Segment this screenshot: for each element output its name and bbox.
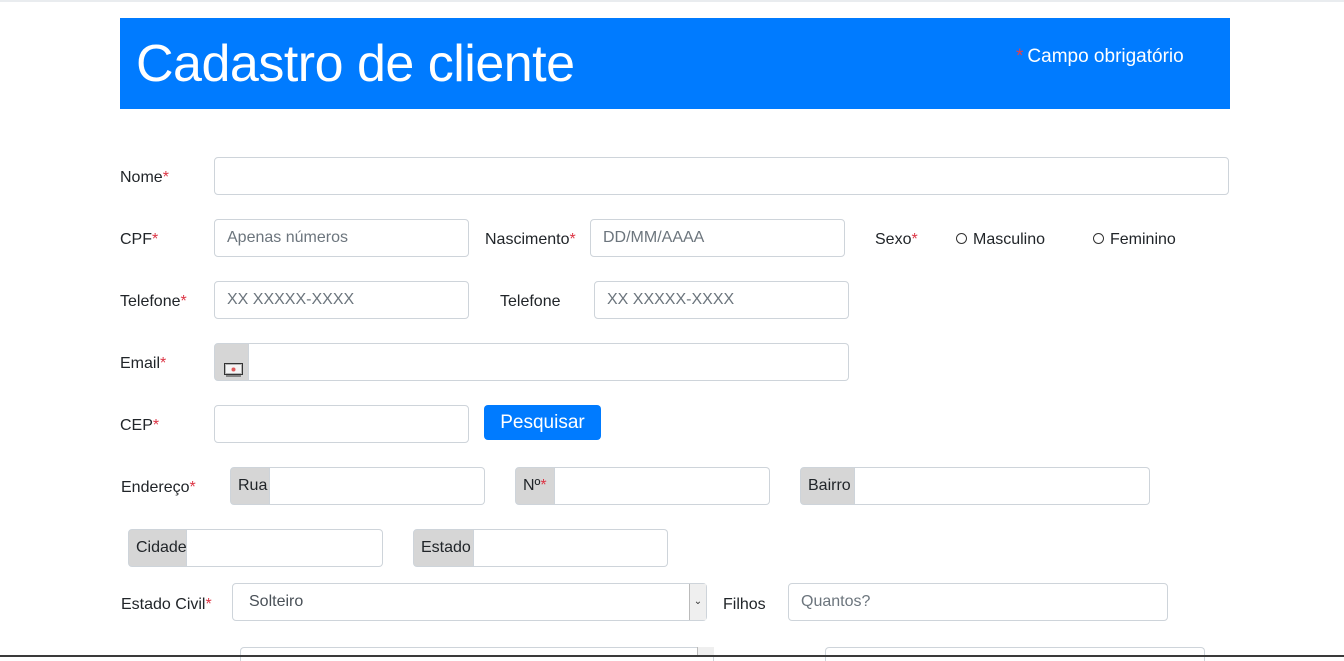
required-star: * [911, 231, 918, 248]
estado-civil-selected: Solteiro [249, 593, 304, 610]
cpf-label: CPF* [120, 230, 158, 250]
required-star: * [162, 169, 169, 186]
estado-civil-label: Estado Civil* [121, 595, 212, 615]
estado-addon: Estado [413, 529, 474, 567]
required-star: * [152, 231, 159, 248]
nascimento-label: Nascimento* [485, 230, 576, 250]
required-star: * [180, 293, 187, 310]
cep-label-text: CEP [120, 417, 153, 434]
email-addon [214, 343, 249, 381]
nome-label-text: Nome [120, 169, 163, 186]
email-label: Email* [120, 354, 166, 374]
email-input[interactable] [249, 343, 849, 381]
cep-input[interactable] [214, 405, 469, 443]
bairro-input[interactable] [855, 467, 1150, 505]
estado-civil-select[interactable]: Solteiro ⌄ [232, 583, 707, 621]
estado-civil-label-text: Estado Civil [121, 596, 206, 613]
nascimento-label-text: Nascimento [485, 231, 570, 248]
filhos-label: Filhos [723, 596, 766, 613]
telefone-label-text: Telefone [120, 293, 181, 310]
nascimento-input[interactable] [590, 219, 845, 257]
nome-input[interactable] [214, 157, 1229, 195]
masculino-radio[interactable] [956, 233, 967, 244]
endereco-label-text: Endereço [121, 479, 190, 496]
filhos-input[interactable] [788, 583, 1168, 621]
next-input-partial[interactable] [825, 647, 1205, 661]
feminino-radio[interactable] [1093, 233, 1104, 244]
required-star: * [160, 355, 167, 372]
cidade-input[interactable] [187, 529, 383, 567]
pesquisar-button[interactable]: Pesquisar [484, 405, 601, 440]
required-star: * [189, 479, 196, 496]
page-header: Cadastro de cliente * Campo obrigatório [120, 18, 1230, 109]
telefone-label: Telefone* [120, 292, 187, 312]
sexo-label: Sexo* [875, 230, 918, 250]
email-icon [224, 355, 243, 391]
endereco-label: Endereço* [121, 478, 196, 498]
numero-input[interactable] [555, 467, 770, 505]
required-star: * [569, 231, 576, 248]
cpf-label-text: CPF [120, 231, 152, 248]
required-field-note: * Campo obrigatório [1016, 46, 1184, 68]
nome-label: Nome* [120, 168, 169, 188]
top-border [0, 0, 1344, 2]
next-select-partial[interactable] [240, 647, 714, 661]
chevron-down-icon[interactable]: ⌄ [689, 584, 706, 620]
required-star: * [1016, 46, 1024, 67]
cep-label: CEP* [120, 416, 159, 436]
email-label-text: Email [120, 355, 161, 372]
estado-input[interactable] [474, 529, 668, 567]
numero-addon: Nº* [515, 467, 555, 505]
telefone-secundario-label: Telefone [500, 293, 561, 310]
bairro-addon: Bairro [800, 467, 855, 505]
cpf-input[interactable] [214, 219, 469, 257]
page-title: Cadastro de cliente [136, 35, 575, 93]
telefone-secundario-input[interactable] [594, 281, 849, 319]
telefone-input[interactable] [214, 281, 469, 319]
required-star: * [152, 417, 160, 434]
required-star: * [540, 477, 547, 494]
numero-addon-text: Nº [523, 477, 541, 494]
required-note-text: Campo obrigatório [1027, 46, 1184, 67]
cidade-addon: Cidade [128, 529, 187, 567]
rua-addon: Rua [230, 467, 270, 505]
rua-input[interactable] [270, 467, 485, 505]
feminino-label[interactable]: Feminino [1110, 230, 1176, 250]
sexo-label-text: Sexo [875, 231, 912, 248]
required-star: * [205, 596, 212, 613]
masculino-label[interactable]: Masculino [973, 230, 1045, 250]
